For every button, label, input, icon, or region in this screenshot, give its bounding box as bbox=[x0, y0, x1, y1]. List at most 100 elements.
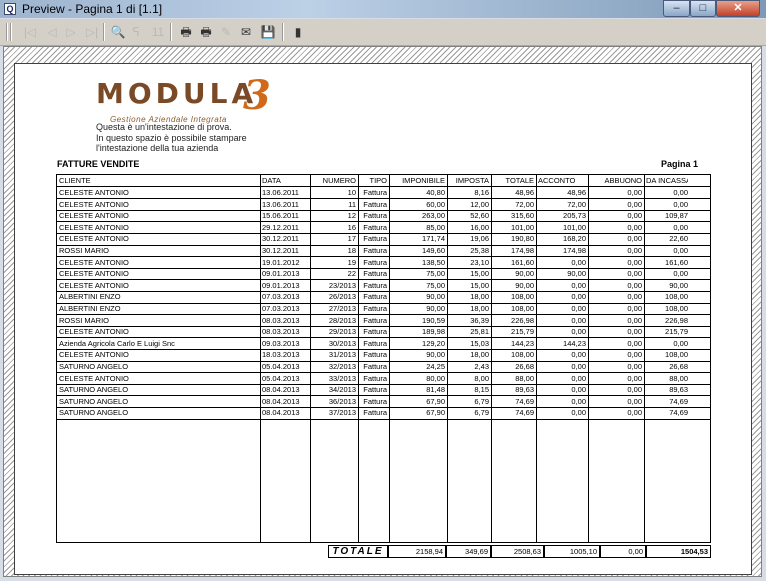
cell-da-incassare: 0,00 bbox=[673, 199, 688, 209]
cell-data: 13.06.2011 bbox=[262, 199, 299, 209]
cell-acconto: 0,00 bbox=[571, 327, 586, 337]
cell-cliente: SATURNO ANGELO bbox=[59, 362, 129, 371]
cell-abbuono: 0,00 bbox=[627, 280, 642, 290]
cell-acconto: 0,00 bbox=[571, 315, 586, 325]
cell-imposta: 8,00 bbox=[474, 373, 489, 383]
cell-imponibile: 60,00 bbox=[426, 199, 445, 209]
prev-page-icon[interactable]: ◁ bbox=[44, 24, 60, 40]
cell-cliente: ROSSI MARIO bbox=[59, 246, 110, 255]
cell-tipo: Fattura bbox=[363, 280, 387, 290]
cell-data: 15.06.2011 bbox=[262, 211, 299, 221]
find-icon[interactable]: ᕋ bbox=[128, 24, 144, 40]
close-button[interactable]: ✕ bbox=[716, 0, 760, 17]
cell-numero: 26/2013 bbox=[328, 292, 356, 302]
cell-totale: 108,00 bbox=[511, 292, 534, 302]
cell-imponibile: 85,00 bbox=[426, 222, 445, 232]
cell-abbuono: 0,00 bbox=[627, 211, 642, 221]
column-header-tipo: TIPO bbox=[369, 176, 387, 185]
cell-numero: 30/2013 bbox=[328, 338, 356, 348]
cell-acconto: 0,00 bbox=[571, 257, 586, 267]
cell-acconto: 174,98 bbox=[563, 246, 586, 255]
close-preview-icon[interactable]: ▮ bbox=[290, 24, 306, 40]
column-header-totale: TOTALE bbox=[505, 176, 534, 185]
cell-totale: 174,98 bbox=[511, 246, 534, 255]
cell-tipo: Fattura bbox=[363, 269, 387, 279]
cell-totale: 215,79 bbox=[511, 327, 534, 337]
cell-totale: 108,00 bbox=[511, 350, 534, 360]
cell-imponibile: 149,60 bbox=[422, 246, 445, 255]
cell-totale: 108,00 bbox=[511, 304, 534, 313]
preview-window: Q Preview - Pagina 1 di [1.1] – □ ✕ |◁ ◁ ▷… bbox=[0, 0, 766, 581]
report-page: MODULA 3 Gestione Aziendale Integrata Qu… bbox=[14, 63, 752, 575]
preview-area[interactable]: MODULA 3 Gestione Aziendale Integrata Qu… bbox=[3, 46, 762, 577]
cell-tipo: Fattura bbox=[363, 246, 387, 255]
cell-imponibile: 67,90 bbox=[426, 396, 445, 406]
cell-numero: 17 bbox=[347, 234, 356, 244]
cell-da-incassare: 215,79 bbox=[665, 327, 688, 337]
cell-da-incassare: 0,00 bbox=[673, 338, 688, 348]
column-header-abbuono: ABBUONO bbox=[604, 176, 642, 185]
cell-acconto: 0,00 bbox=[571, 396, 586, 406]
cell-imponibile: 24,25 bbox=[426, 362, 445, 371]
cell-abbuono: 0,00 bbox=[627, 385, 642, 395]
cell-data: 29.12.2011 bbox=[262, 222, 299, 232]
column-header-da-incassare: DA INCASSARE bbox=[646, 176, 688, 185]
cell-tipo: Fattura bbox=[363, 350, 387, 360]
email-icon[interactable]: ✉ bbox=[238, 24, 254, 40]
maximize-button[interactable]: □ bbox=[690, 0, 716, 17]
find-next-icon[interactable]: 11 bbox=[150, 24, 166, 40]
cell-imponibile: 138,50 bbox=[422, 257, 445, 267]
cell-da-incassare: 226,98 bbox=[665, 315, 688, 325]
header-intro: Questa è un'intestazione di prova. In qu… bbox=[96, 122, 247, 154]
logo-digit: 3 bbox=[243, 72, 271, 119]
first-page-icon[interactable]: |◁ bbox=[22, 24, 38, 40]
toolbar-separator bbox=[282, 23, 284, 41]
minimize-button[interactable]: – bbox=[663, 0, 690, 17]
cell-acconto: 205,73 bbox=[563, 211, 586, 221]
total-totale: 2508,63 bbox=[491, 545, 544, 558]
cell-tipo: Fattura bbox=[363, 315, 387, 325]
total-acconto: 1005,10 bbox=[544, 545, 600, 558]
cell-cliente: Azienda Agricola Carlo E Luigi Snc bbox=[59, 338, 175, 348]
cell-abbuono: 0,00 bbox=[627, 304, 642, 313]
cell-acconto: 168,20 bbox=[563, 234, 586, 244]
cell-totale: 90,00 bbox=[515, 280, 534, 290]
toolbar-grip[interactable] bbox=[10, 23, 12, 41]
intro-line: Questa è un'intestazione di prova. bbox=[96, 122, 232, 132]
column-header-imponibile: IMPONIBILE bbox=[402, 176, 445, 185]
export-icon[interactable]: ✎ bbox=[218, 24, 234, 40]
cell-imposta: 19,06 bbox=[470, 234, 489, 244]
cell-numero: 10 bbox=[347, 188, 356, 197]
cell-data: 05.04.2013 bbox=[262, 373, 300, 383]
toolbar-grip[interactable] bbox=[6, 23, 8, 41]
cell-imposta: 6,79 bbox=[474, 396, 489, 406]
cell-imponibile: 129,20 bbox=[422, 338, 445, 348]
cell-data: 07.03.2013 bbox=[262, 304, 300, 313]
next-page-icon[interactable]: ▷ bbox=[63, 24, 79, 40]
title-bar[interactable]: Q Preview - Pagina 1 di [1.1] – □ ✕ bbox=[0, 0, 766, 18]
cell-numero: 33/2013 bbox=[328, 373, 356, 383]
cell-da-incassare: 0,00 bbox=[673, 246, 688, 255]
zoom-icon[interactable]: 🔍 bbox=[110, 24, 126, 40]
cell-numero: 31/2013 bbox=[328, 350, 356, 360]
cell-cliente: ALBERTINI ENZO bbox=[59, 304, 121, 313]
cell-cliente: CELESTE ANTONIO bbox=[59, 373, 129, 383]
save-icon[interactable]: 💾 bbox=[260, 24, 276, 40]
report-title: FATTURE VENDITE bbox=[57, 159, 140, 169]
last-page-icon[interactable]: ▷| bbox=[84, 24, 100, 40]
cell-imposta: 15,03 bbox=[470, 338, 489, 348]
cell-imposta: 18,00 bbox=[470, 350, 489, 360]
cell-da-incassare: 90,00 bbox=[669, 280, 688, 290]
logo-name: MODULA bbox=[96, 77, 258, 110]
total-imponibile: 2158,94 bbox=[388, 545, 446, 558]
cell-da-incassare: 161,60 bbox=[665, 257, 688, 267]
cell-abbuono: 0,00 bbox=[627, 257, 642, 267]
cell-data: 09.03.2013 bbox=[262, 338, 300, 348]
cell-cliente: CELESTE ANTONIO bbox=[59, 269, 129, 279]
print-icon[interactable]: 🖶 bbox=[178, 24, 194, 40]
print-setup-icon[interactable]: 🖶 bbox=[198, 24, 214, 40]
cell-imponibile: 189,98 bbox=[422, 327, 445, 337]
column-divider bbox=[447, 175, 448, 542]
column-header-data: DATA bbox=[262, 176, 281, 185]
cell-acconto: 0,00 bbox=[571, 373, 586, 383]
